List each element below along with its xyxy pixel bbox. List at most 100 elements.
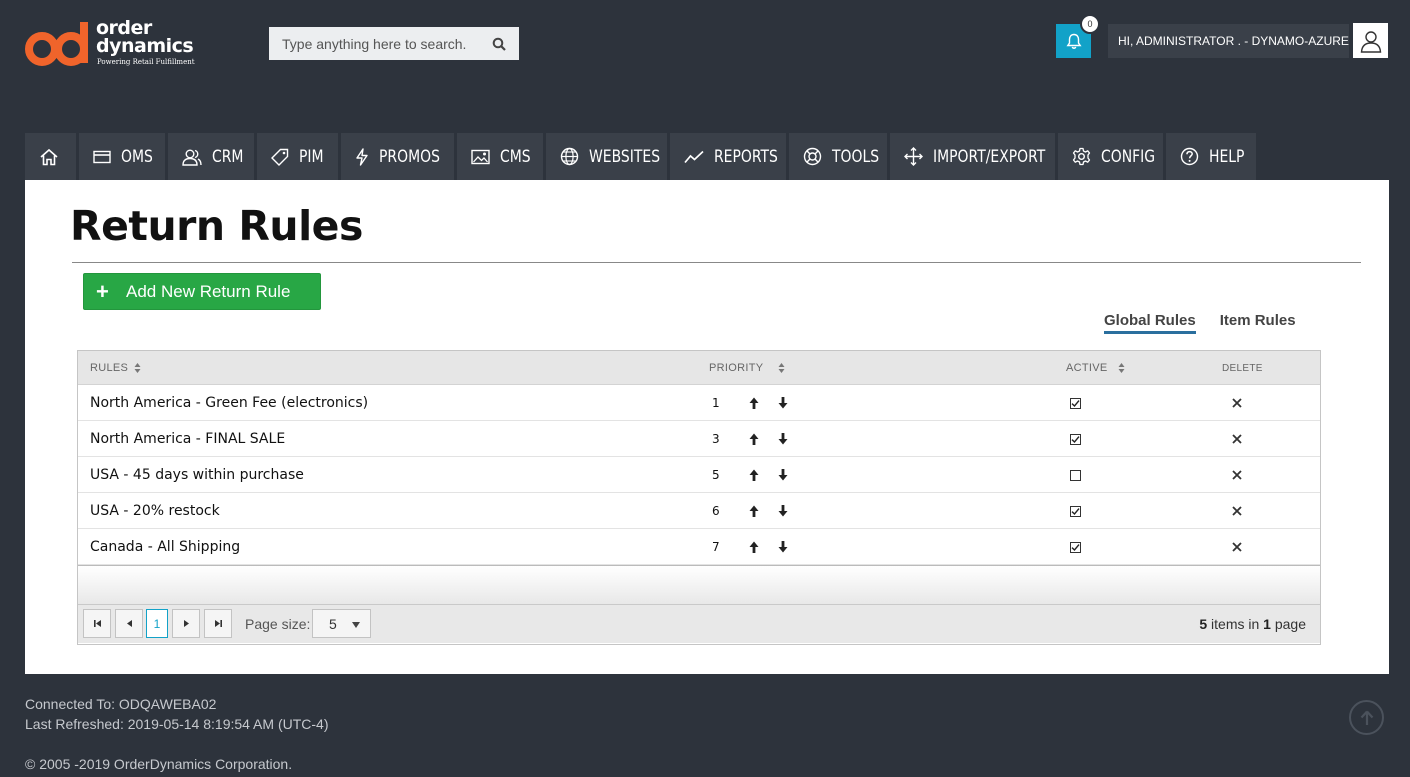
priority-value: 5 [712, 468, 720, 482]
main-nav: OMS CRM PIM PROMOS CMS WEBSITES REPORTS … [25, 133, 1259, 180]
nav-cms[interactable]: CMS [457, 133, 543, 180]
nav-config[interactable]: CONFIG [1058, 133, 1163, 180]
move-up-icon[interactable] [748, 540, 760, 554]
copyright: © 2005 -2019 OrderDynamics Corporation. [25, 756, 293, 772]
move-up-icon[interactable] [748, 468, 760, 482]
active-checkbox[interactable] [1070, 541, 1081, 553]
nav-crm[interactable]: CRM [168, 133, 254, 180]
move-down-icon[interactable] [777, 540, 789, 554]
brand-name: order dynamics [96, 17, 194, 57]
table-row: North America - FINAL SALE 3 [78, 421, 1320, 457]
search-input[interactable] [269, 27, 484, 60]
nav-reports[interactable]: REPORTS [670, 133, 786, 180]
page-1-button[interactable]: 1 [146, 609, 168, 638]
avatar[interactable] [1353, 23, 1388, 58]
users-icon [182, 149, 202, 166]
column-header-rules[interactable]: RULES [90, 351, 141, 385]
move-icon [904, 147, 923, 166]
main-content: Return Rules + Add New Return Rule Globa… [25, 180, 1389, 674]
rule-name[interactable]: USA - 45 days within purchase [90, 457, 304, 493]
nav-label: CRM [212, 146, 244, 167]
sort-icon [778, 363, 785, 373]
move-up-icon[interactable] [748, 432, 760, 446]
checkmark-icon [1071, 399, 1080, 407]
question-icon [1180, 147, 1199, 166]
user-icon [1360, 30, 1381, 53]
column-header-active[interactable]: ACTIVE [1066, 351, 1125, 385]
brand-logo[interactable]: order dynamics Powering Retail Fulfillme… [25, 18, 205, 70]
active-checkbox[interactable] [1070, 397, 1081, 409]
previous-page-button[interactable] [115, 609, 143, 638]
move-down-icon[interactable] [777, 396, 789, 410]
previous-page-icon [126, 620, 132, 627]
nav-websites[interactable]: WEBSITES [546, 133, 667, 180]
priority-value: 7 [712, 540, 720, 554]
table-row: USA - 45 days within purchase 5 [78, 457, 1320, 493]
move-down-icon[interactable] [777, 468, 789, 482]
nav-label: CMS [500, 146, 531, 167]
bell-icon [1065, 33, 1082, 49]
nav-oms[interactable]: OMS [79, 133, 165, 180]
nav-promos[interactable]: PROMOS [341, 133, 454, 180]
rule-name[interactable]: North America - Green Fee (electronics) [90, 385, 368, 421]
connected-server: Connected To: ODQAWEBA02 [25, 696, 217, 712]
arrow-up-icon [1360, 710, 1373, 725]
tab-item-rules[interactable]: Item Rules [1220, 312, 1296, 334]
nav-label: PIM [299, 146, 324, 167]
delete-icon[interactable] [1232, 434, 1242, 444]
active-checkbox[interactable] [1070, 505, 1081, 517]
nav-help[interactable]: HELP [1166, 133, 1256, 180]
last-page-button[interactable] [204, 609, 232, 638]
chart-line-icon [684, 150, 704, 163]
priority-value: 6 [712, 504, 720, 518]
move-up-icon[interactable] [748, 504, 760, 518]
column-title: RULES [90, 362, 129, 374]
tab-global-rules[interactable]: Global Rules [1104, 312, 1196, 334]
grid-body: North America - Green Fee (electronics) … [78, 385, 1320, 565]
nav-label: CONFIG [1101, 146, 1156, 167]
page-size-select[interactable]: 5 [312, 609, 371, 638]
user-menu[interactable]: HI, ADMINISTRATOR . - DYNAMO-AZURE [1108, 24, 1349, 58]
active-checkbox[interactable] [1070, 433, 1081, 445]
nav-label: PROMOS [379, 146, 440, 167]
chevron-down-icon [352, 622, 360, 628]
scroll-to-top-button[interactable] [1349, 700, 1384, 735]
rule-name[interactable]: USA - 20% restock [90, 493, 220, 529]
grid-header: RULES PRIORITY ACTIVE DELETE [78, 351, 1320, 385]
nav-label: WEBSITES [589, 146, 661, 167]
nav-pim[interactable]: PIM [257, 133, 338, 180]
rule-name[interactable]: North America - FINAL SALE [90, 421, 285, 457]
delete-icon[interactable] [1232, 542, 1242, 552]
delete-icon[interactable] [1232, 506, 1242, 516]
page-title: Return Rules [70, 202, 363, 250]
nav-label: REPORTS [714, 146, 778, 167]
return-rules-grid: RULES PRIORITY ACTIVE DELETE North Ameri… [77, 350, 1321, 645]
nav-import-export[interactable]: IMPORT/EXPORT [890, 133, 1055, 180]
first-page-icon [93, 620, 101, 627]
next-page-button[interactable] [172, 609, 200, 638]
order-dynamics-logo-icon [25, 22, 88, 66]
active-checkbox[interactable] [1070, 469, 1081, 481]
page-size-value: 5 [329, 615, 337, 632]
first-page-button[interactable] [83, 609, 111, 638]
user-greeting: HI, ADMINISTRATOR . - DYNAMO-AZURE [1118, 34, 1349, 48]
column-header-priority[interactable]: PRIORITY [709, 351, 785, 385]
title-divider [72, 262, 1361, 263]
nav-label: OMS [121, 146, 153, 167]
nav-home[interactable] [25, 133, 76, 180]
table-row: North America - Green Fee (electronics) … [78, 385, 1320, 421]
move-up-icon[interactable] [748, 396, 760, 410]
delete-icon[interactable] [1232, 398, 1242, 408]
grid-empty-area [78, 565, 1320, 605]
image-icon [471, 149, 490, 164]
nav-tools[interactable]: TOOLS [789, 133, 887, 180]
delete-icon[interactable] [1232, 470, 1242, 480]
next-page-icon [183, 620, 189, 627]
move-down-icon[interactable] [777, 504, 789, 518]
move-down-icon[interactable] [777, 432, 789, 446]
add-return-rule-button[interactable]: + Add New Return Rule [83, 273, 321, 310]
plus-icon: + [96, 278, 109, 304]
bolt-icon [356, 147, 368, 166]
rule-name[interactable]: Canada - All Shipping [90, 529, 240, 565]
search-icon[interactable] [484, 27, 514, 60]
